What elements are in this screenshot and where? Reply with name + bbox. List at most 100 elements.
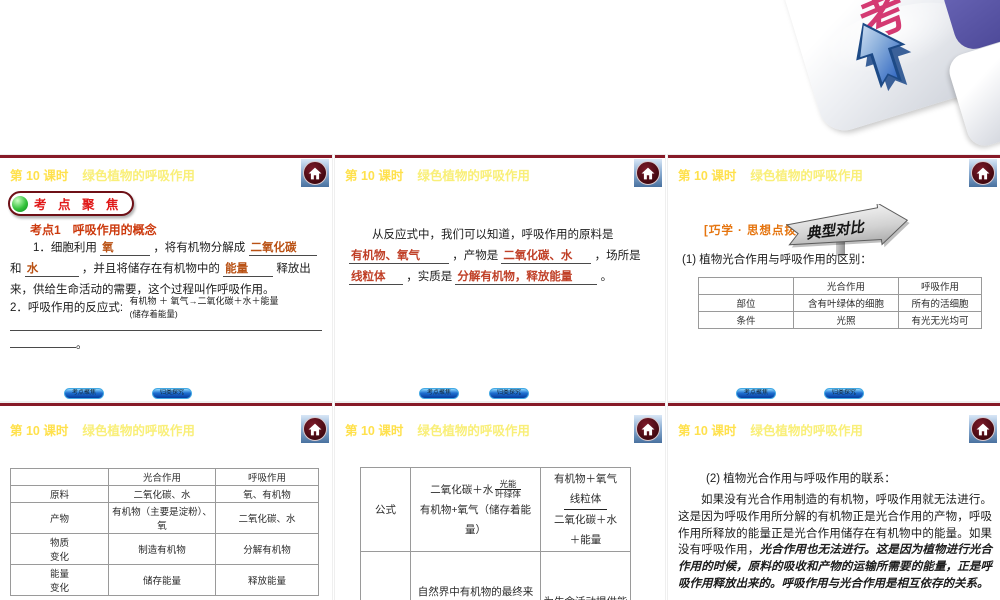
- answer-text: 水: [26, 263, 39, 275]
- row-label-cell: 公式: [360, 467, 411, 552]
- formula-conditions: 光能 叶绿体: [495, 478, 521, 499]
- lesson-title: 绿色植物的呼吸作用: [417, 424, 530, 438]
- home-icon: [303, 161, 327, 185]
- answer-text: 线粒体: [351, 271, 386, 283]
- nav-button-focus[interactable]: 考点聚焦: [419, 388, 459, 399]
- nav-button-explore[interactable]: 归类探究: [152, 388, 192, 399]
- formula-energy: ＋能量: [569, 534, 602, 546]
- slide-header: 第 10 课时 绿色植物的呼吸作用: [10, 420, 195, 439]
- nav-button-explore[interactable]: 归类探究: [489, 388, 529, 399]
- reaction-label: 2．呼吸作用的反应式:: [10, 302, 124, 315]
- lesson-title: 绿色植物的呼吸作用: [82, 424, 195, 438]
- home-button[interactable]: [634, 159, 662, 187]
- lesson-number: 第 10 课时: [10, 169, 69, 183]
- table-row: 产物 有机物（主要是淀粉）、氧 二氧化碳、水: [10, 502, 319, 534]
- table-cell: 制造有机物: [108, 533, 216, 565]
- text-segment: ，并且将储存在有机物中的: [81, 263, 220, 275]
- table-row: 条件 光照 有光无光均可: [698, 311, 982, 329]
- lesson-number: 第 10 课时: [345, 424, 404, 438]
- table-cell: 分解有机物: [215, 533, 319, 565]
- text-segment: ，实质是: [406, 271, 453, 283]
- formula-reactants: 二氧化碳＋水: [430, 483, 494, 496]
- home-button[interactable]: [969, 415, 997, 443]
- table-row: 物质 变化 制造有机物 分解有机物: [10, 533, 319, 565]
- answer-blank: 氧: [100, 241, 151, 256]
- photosynthesis-formula-cell: 二氧化碳＋水 光能 叶绿体 有机物+氧气（储存着能量）: [410, 467, 541, 552]
- nav-button-explore[interactable]: 归类探究: [824, 388, 864, 399]
- slide-3: 第 10 课时 绿色植物的呼吸作用 [巧学 · 思想点拨] 典型对比 (1) 植物…: [668, 155, 1000, 401]
- row-label-cell: 能量 变化: [10, 564, 109, 596]
- relation-subtitle: (2) 植物光合作用与呼吸作用的联系：: [706, 473, 896, 485]
- table-cell: 释放能量: [215, 564, 319, 596]
- home-button[interactable]: [301, 415, 329, 443]
- fill-in-paragraph: 从反应式中，我们可以知道，呼吸作用的原料是 有机物、氧气 ，产物是 二氧化碳、水…: [349, 225, 653, 288]
- signpost-arrow: 典型对比: [785, 204, 910, 248]
- table-row: 能量 变化 储存能量 释放能量: [10, 564, 319, 596]
- answer-blank: 分解有机物，释放能量: [455, 270, 598, 285]
- reaction-formula-note: (储存着能量): [129, 309, 178, 319]
- slide-header: 第 10 课时 绿色植物的呼吸作用: [678, 420, 863, 439]
- table-cell: 有光无光均可: [898, 311, 982, 329]
- home-button[interactable]: [969, 159, 997, 187]
- row-label-cell: 产物: [10, 502, 109, 534]
- row-label-cell: 条件: [698, 311, 794, 329]
- nav-button-focus[interactable]: 考点聚焦: [64, 388, 104, 399]
- answer-line-short-row: 。: [10, 336, 88, 352]
- table-row: 原料 二氧化碳、水 氧、有机物: [10, 485, 319, 503]
- slide-header: 第 10 课时 绿色植物的呼吸作用: [345, 420, 530, 439]
- home-icon: [636, 161, 660, 185]
- meaning-photosynthesis-cell: 自然界中有机物的最终来源和能量的直接或间接来源，为自然界提供氧气: [410, 551, 541, 600]
- table-cell: 光照: [793, 311, 899, 329]
- reaction-formula-text: 有机物 ＋ 氧气→二氧化碳＋水＋能量: [129, 296, 279, 306]
- nav-button-focus[interactable]: 考点聚焦: [736, 388, 776, 399]
- answer-blank: 能量: [223, 262, 274, 277]
- home-icon: [636, 417, 660, 441]
- reaction-formula: 有机物 ＋ 氧气→二氧化碳＋水＋能量 (储存着能量): [130, 294, 279, 320]
- table-row: 部位 含有叶绿体的细胞 所有的活细胞: [698, 294, 982, 312]
- slide-header: 第 10 课时 绿色植物的呼吸作用: [10, 165, 195, 184]
- table-cell: 含有叶绿体的细胞: [793, 294, 899, 312]
- table-row: 光合作用 呼吸作用: [698, 277, 982, 295]
- answer-text: 氧: [102, 242, 114, 254]
- answer-blank: 水: [24, 262, 79, 277]
- table-header-cell: 光合作用: [108, 468, 216, 486]
- table-cell: 二氧化碳、水: [215, 502, 319, 534]
- table-header-cell: 呼吸作用: [898, 277, 982, 295]
- slide-6: 第 10 课时 绿色植物的呼吸作用 (2) 植物光合作用与呼吸作用的联系： 如果没…: [668, 403, 1000, 600]
- focus-badge-label: 考 点 聚 焦: [34, 198, 123, 212]
- formula-products: 二氧化碳＋水: [554, 514, 617, 526]
- slide-1: 第 10 课时 绿色植物的呼吸作用 考 点 聚 焦 考点1 呼吸作用的概念 1．细…: [0, 155, 332, 401]
- lesson-title: 绿色植物的呼吸作用: [750, 169, 863, 183]
- meaning-respiration-cell: 为生命活动提供能量: [540, 551, 631, 600]
- focus-badge: 考 点 聚 焦: [8, 191, 135, 216]
- table-row: 光合作用 呼吸作用: [10, 468, 319, 486]
- lesson-number: 第 10 课时: [678, 424, 737, 438]
- condition-bottom: 叶绿体: [495, 488, 521, 499]
- text-segment: 。: [600, 271, 613, 283]
- slide-header: 第 10 课时 绿色植物的呼吸作用: [678, 165, 863, 184]
- home-button[interactable]: [301, 159, 329, 187]
- lesson-number: 第 10 课时: [678, 169, 737, 183]
- row-label-cell: 部位: [698, 294, 794, 312]
- table-cell: 有机物（主要是淀粉）、氧: [108, 502, 216, 534]
- concept-paragraph: 1．细胞利用 氧 ，将有机物分解成 二氧化碳 和 水 ，并且将储存在有机物中的 …: [10, 238, 326, 301]
- home-button[interactable]: [634, 415, 662, 443]
- slide-header: 第 10 课时 绿色植物的呼吸作用: [345, 165, 530, 184]
- answer-text: 有机物、氧气: [351, 250, 420, 262]
- lesson-title: 绿色植物的呼吸作用: [750, 424, 863, 438]
- text-segment: 1．细胞利用: [33, 242, 97, 254]
- text-segment: ，将有机物分解成: [153, 242, 246, 254]
- formula-meaning-table: 公式 二氧化碳＋水 光能 叶绿体 有机物+氧气（储存着能量） 有机物＋氧气 线粒体 …: [360, 467, 631, 600]
- lesson-number: 第 10 课时: [10, 424, 69, 438]
- condition-mitochondria: 线粒体: [563, 489, 608, 510]
- text-segment: ，场所是: [594, 250, 641, 262]
- answer-blank: 线粒体: [349, 270, 403, 285]
- table-cell: 储存能量: [108, 564, 216, 596]
- table-cell: 氧、有机物: [215, 485, 319, 503]
- answer-blank: 二氧化碳、水: [501, 249, 592, 264]
- slide-overview-page: 考 第 10 课时 绿色植物的呼吸作用 考 点 聚 焦 考点1 呼吸作用的概念 …: [0, 0, 1000, 600]
- answer-text: 二氧化碳、水: [503, 250, 573, 262]
- relation-paragraph: 如果没有光合作用制造的有机物，呼吸作用就无法进行。这是因为呼吸作用所分解的有机物…: [678, 492, 992, 593]
- condition-top: 光能: [499, 478, 517, 489]
- slide-2: 第 10 课时 绿色植物的呼吸作用 从反应式中，我们可以知道，呼吸作用的原料是 有…: [335, 155, 665, 401]
